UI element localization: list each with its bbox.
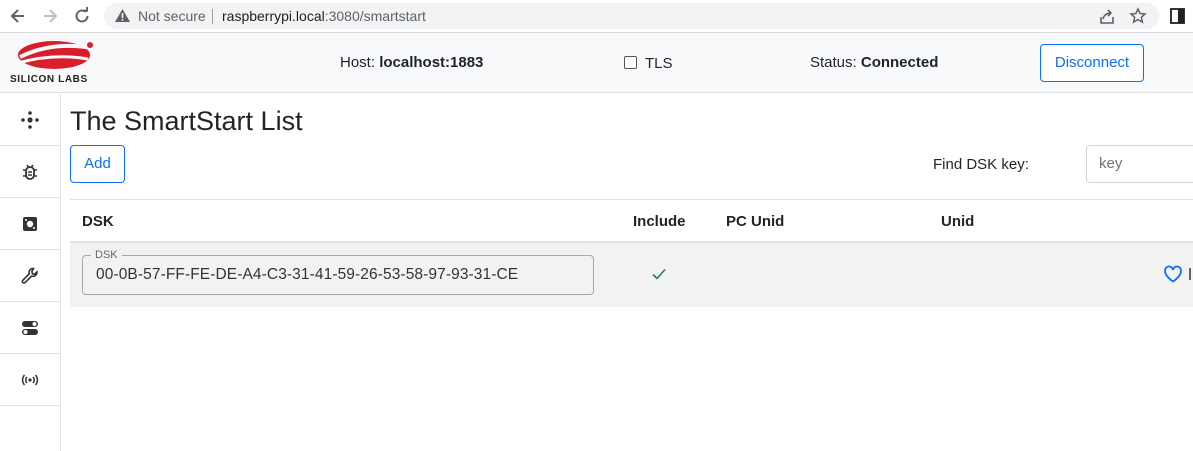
disconnect-button[interactable]: Disconnect: [1040, 44, 1144, 82]
heart-icon[interactable]: [1163, 265, 1183, 283]
security-label[interactable]: Not secure: [138, 8, 206, 24]
browser-toolbar: Not secure raspberrypi.local:3080/smarts…: [0, 0, 1193, 33]
status-value: Connected: [860, 54, 939, 71]
status-label: Status:: [810, 54, 861, 71]
sidebar-item-broadcast[interactable]: [0, 354, 60, 406]
host-value: localhost:1883: [379, 54, 484, 71]
chip-icon: [23, 217, 37, 231]
url-host: raspberrypi.local: [222, 8, 325, 24]
dsk-search-input[interactable]: key: [1086, 145, 1193, 183]
page-title: The SmartStart List: [70, 106, 303, 136]
add-button[interactable]: Add: [70, 145, 125, 183]
logo-text: SILICON LABS: [10, 74, 88, 85]
broadcast-icon: [21, 374, 39, 386]
toggles-icon: [22, 321, 38, 335]
include-check-icon: [652, 268, 666, 280]
sidebar: [0, 94, 61, 451]
bookmark-star-icon[interactable]: [1129, 7, 1147, 25]
overflow-action-edge[interactable]: [1189, 268, 1191, 280]
side-panel-icon[interactable]: [1170, 7, 1186, 25]
host-label: Host:: [340, 54, 380, 71]
dsk-field[interactable]: DSK 00-0B-57-FF-FE-DE-A4-C3-31-41-59-26-…: [82, 250, 594, 295]
forward-icon[interactable]: [40, 6, 60, 26]
sidebar-item-debug[interactable]: [0, 146, 60, 198]
share-icon[interactable]: [1098, 8, 1116, 26]
wrench-icon: [21, 267, 38, 284]
warning-icon[interactable]: [114, 8, 131, 23]
tls-checkbox[interactable]: [624, 56, 637, 69]
column-header-dsk: DSK: [82, 213, 114, 230]
status-info: Status: Connected: [810, 54, 938, 71]
url-text[interactable]: raspberrypi.local:3080/smartstart: [222, 8, 426, 24]
find-dsk-label: Find DSK key:: [933, 156, 1029, 173]
sidebar-item-devices[interactable]: [0, 198, 60, 250]
bug-icon: [23, 164, 37, 180]
dsk-field-legend: DSK: [91, 250, 122, 261]
address-bar[interactable]: Not secure raspberrypi.local:3080/smarts…: [104, 3, 1159, 29]
address-separator: [212, 9, 213, 24]
sidebar-item-network[interactable]: [0, 94, 60, 146]
column-header-pc-unid: PC Unid: [726, 213, 785, 230]
app-header: SILICON LABS Host: localhost:1883 TLS St…: [0, 33, 1193, 93]
reload-icon[interactable]: [72, 6, 92, 26]
tls-label[interactable]: TLS: [645, 55, 673, 72]
silicon-labs-logo-icon: [17, 41, 93, 69]
column-header-include: Include: [633, 213, 686, 230]
dsk-value: 00-0B-57-FF-FE-DE-A4-C3-31-41-59-26-53-5…: [96, 266, 519, 283]
sidebar-item-smartstart[interactable]: [0, 250, 60, 302]
sidebar-item-configuration[interactable]: [0, 302, 60, 354]
url-path: :3080/smartstart: [324, 8, 426, 24]
silicon-labs-logo[interactable]: SILICON LABS: [10, 39, 94, 87]
table-top-border: [70, 199, 1193, 200]
host-info: Host: localhost:1883: [340, 54, 483, 71]
back-icon[interactable]: [8, 6, 28, 26]
column-header-unid: Unid: [941, 213, 975, 230]
network-icon: [21, 111, 39, 129]
